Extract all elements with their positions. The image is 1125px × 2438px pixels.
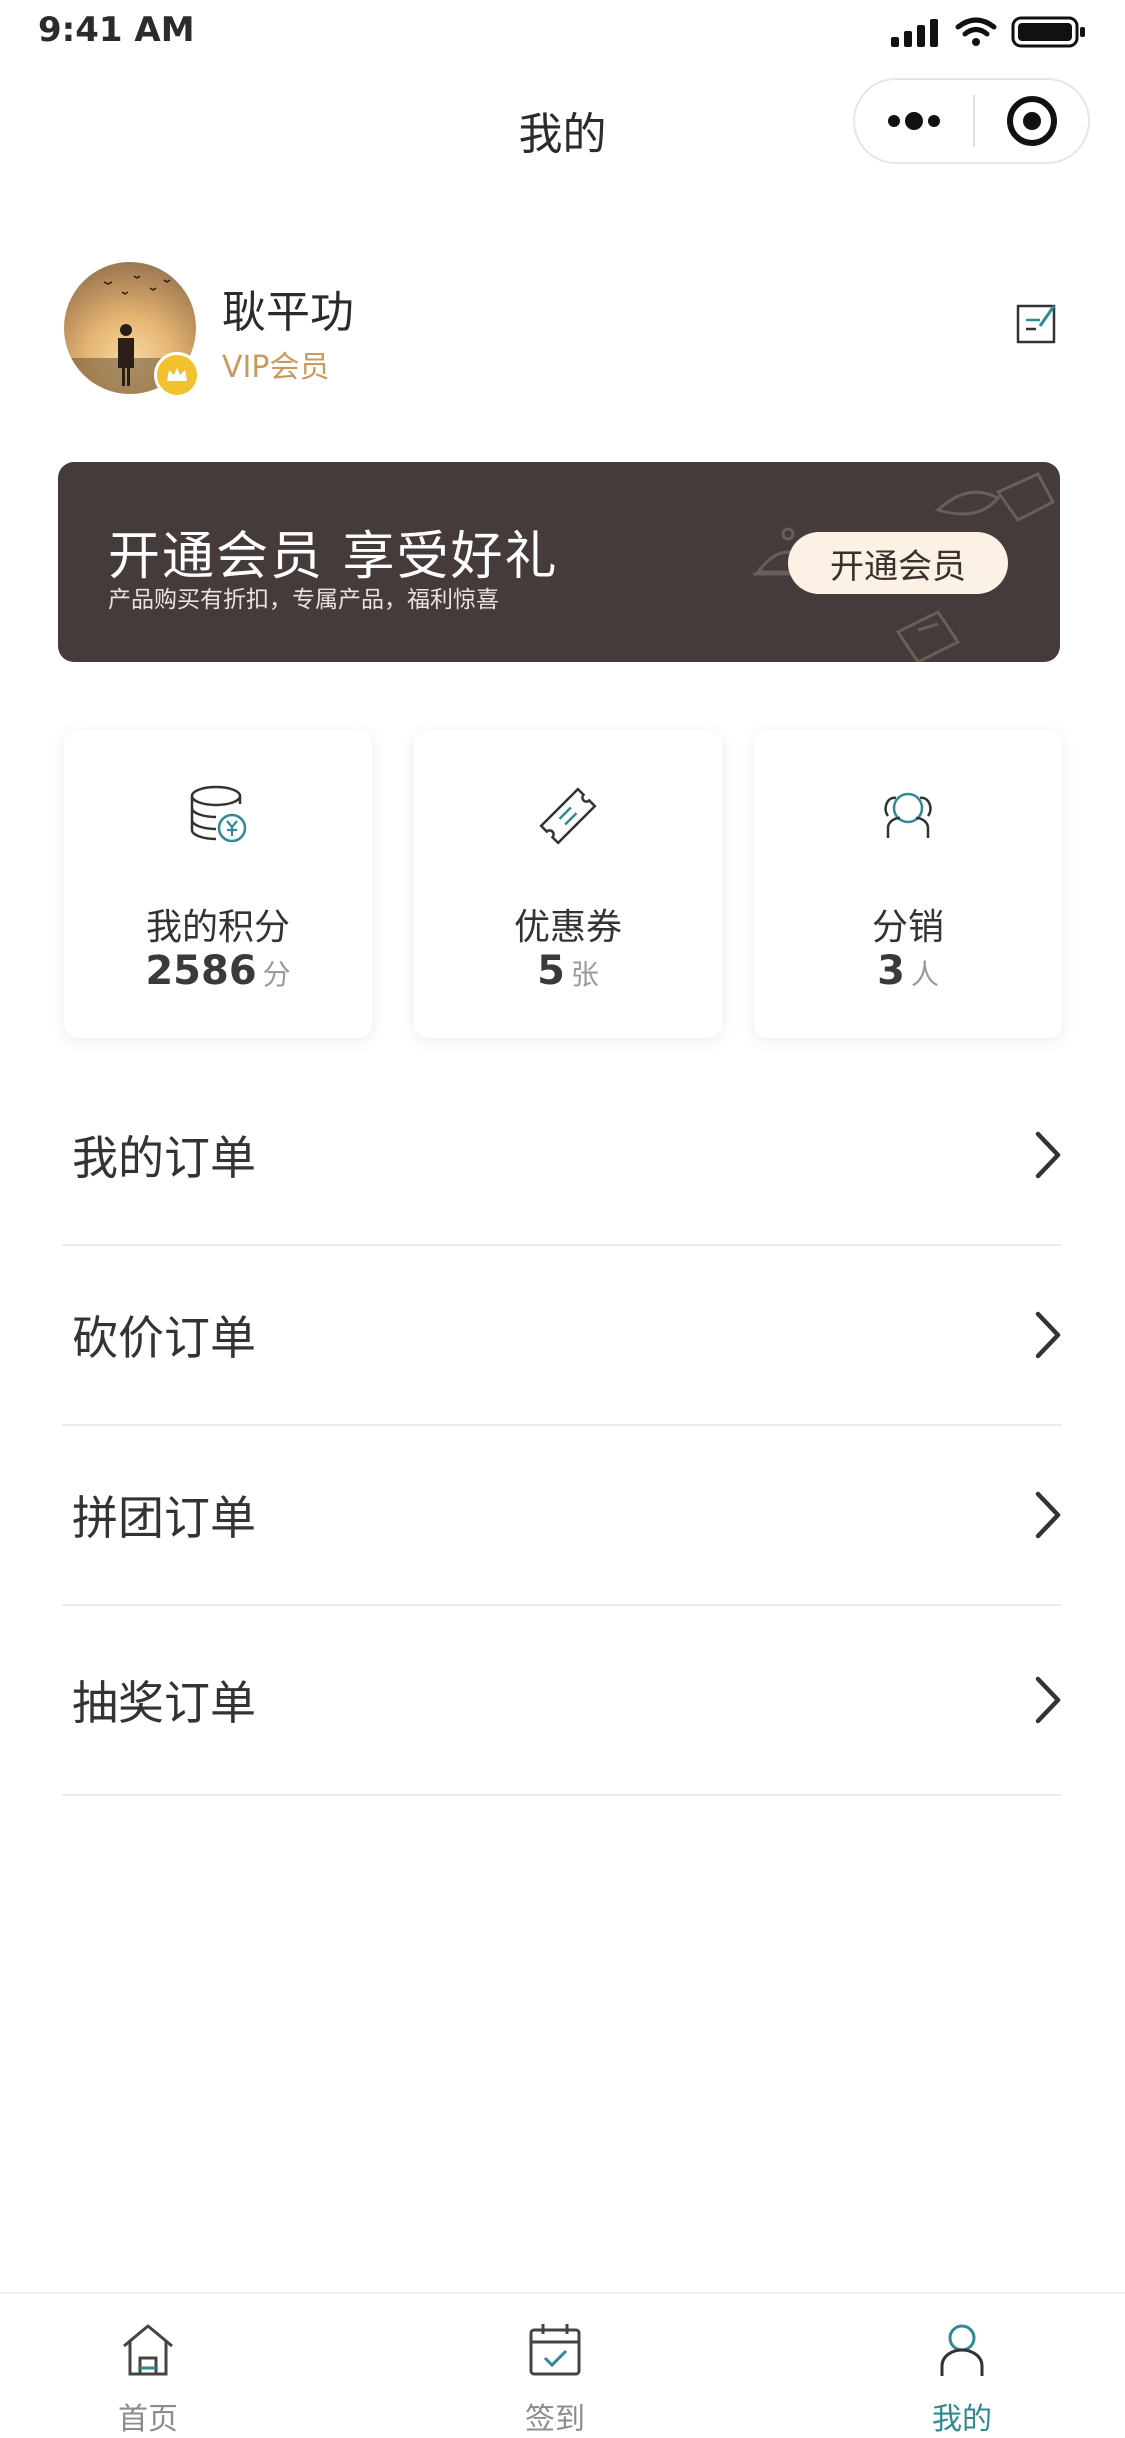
edit-icon [1016, 304, 1056, 344]
vip-banner: 开通会员 享受好礼 产品购买有折扣，专属产品，福利惊喜 开通会员 [58, 462, 1060, 662]
menu-item-label: 砍价订单 [72, 1311, 256, 1365]
coupons-number: 5 [537, 948, 565, 994]
banner-title: 开通会员 享受好礼 [108, 527, 559, 587]
tab-home[interactable]: 首页 [48, 2294, 248, 2438]
menu-item-label: 我的订单 [72, 1131, 256, 1185]
more-button[interactable] [855, 80, 973, 162]
edit-profile-button[interactable] [1014, 300, 1060, 346]
tab-label: 我的 [932, 2402, 992, 2437]
points-value: 2586 分 [64, 948, 372, 994]
menu-item-my-orders[interactable]: 我的订单 [62, 1066, 1062, 1246]
points-number: 2586 [145, 948, 257, 994]
distribution-icon [884, 792, 932, 838]
home-icon [123, 2324, 173, 2376]
menu-item-group-orders[interactable]: 拼团订单 [62, 1426, 1062, 1606]
coupons-card[interactable]: 优惠券 5张 [414, 730, 722, 1038]
status-time: 9:41 AM [38, 10, 195, 50]
menu-item-lottery-orders[interactable]: 抽奖订单 [62, 1606, 1062, 1796]
tab-label: 签到 [525, 2402, 585, 2437]
menu-item-label: 拼团订单 [72, 1491, 256, 1545]
distribution-value: 3人 [754, 948, 1062, 994]
open-membership-button[interactable]: 开通会员 [788, 532, 1008, 594]
signal-icon [891, 19, 938, 47]
tab-label: 首页 [118, 2402, 178, 2437]
battery-icon [1011, 16, 1085, 48]
points-label: 我的积分 [145, 907, 290, 948]
close-miniprogram-button[interactable] [975, 80, 1088, 162]
coins-icon [190, 785, 247, 843]
chevron-right-icon [1035, 1676, 1061, 1724]
distribution-number: 3 [877, 948, 905, 994]
vip-badge: VIP会员 [222, 350, 330, 385]
wifi-icon [955, 17, 997, 46]
username: 耿平功 [222, 287, 354, 338]
coupons-value: 5张 [414, 948, 722, 994]
user-icon [940, 2324, 984, 2376]
coupon-icon [539, 787, 597, 845]
more-dots-icon [888, 112, 940, 130]
chevron-right-icon [1035, 1311, 1061, 1359]
distribution-unit: 人 [910, 958, 939, 991]
chevron-right-icon [1035, 1491, 1061, 1539]
miniprogram-capsule [853, 78, 1090, 164]
coupons-label: 优惠券 [513, 907, 622, 948]
points-unit: 分 [262, 958, 291, 991]
coupons-unit: 张 [570, 958, 599, 991]
tab-bar: 首页 签到 我的 [0, 2292, 1125, 2438]
chevron-right-icon [1035, 1131, 1061, 1179]
status-icons [889, 16, 1087, 48]
banner-subtitle: 产品购买有折扣，专属产品，福利惊喜 [108, 587, 499, 613]
points-card[interactable]: 我的积分 2586 分 [64, 730, 372, 1038]
distribution-label: 分销 [871, 907, 944, 948]
menu-item-bargain-orders[interactable]: 砍价订单 [62, 1246, 1062, 1426]
tab-mine[interactable]: 我的 [862, 2294, 1062, 2438]
target-icon [1006, 96, 1057, 146]
calendar-check-icon [529, 2324, 581, 2376]
menu-item-label: 抽奖订单 [72, 1676, 256, 1730]
tab-checkin[interactable]: 签到 [455, 2294, 655, 2438]
vip-crown-icon [154, 352, 200, 398]
distribution-card[interactable]: 分销 3人 [754, 730, 1062, 1038]
